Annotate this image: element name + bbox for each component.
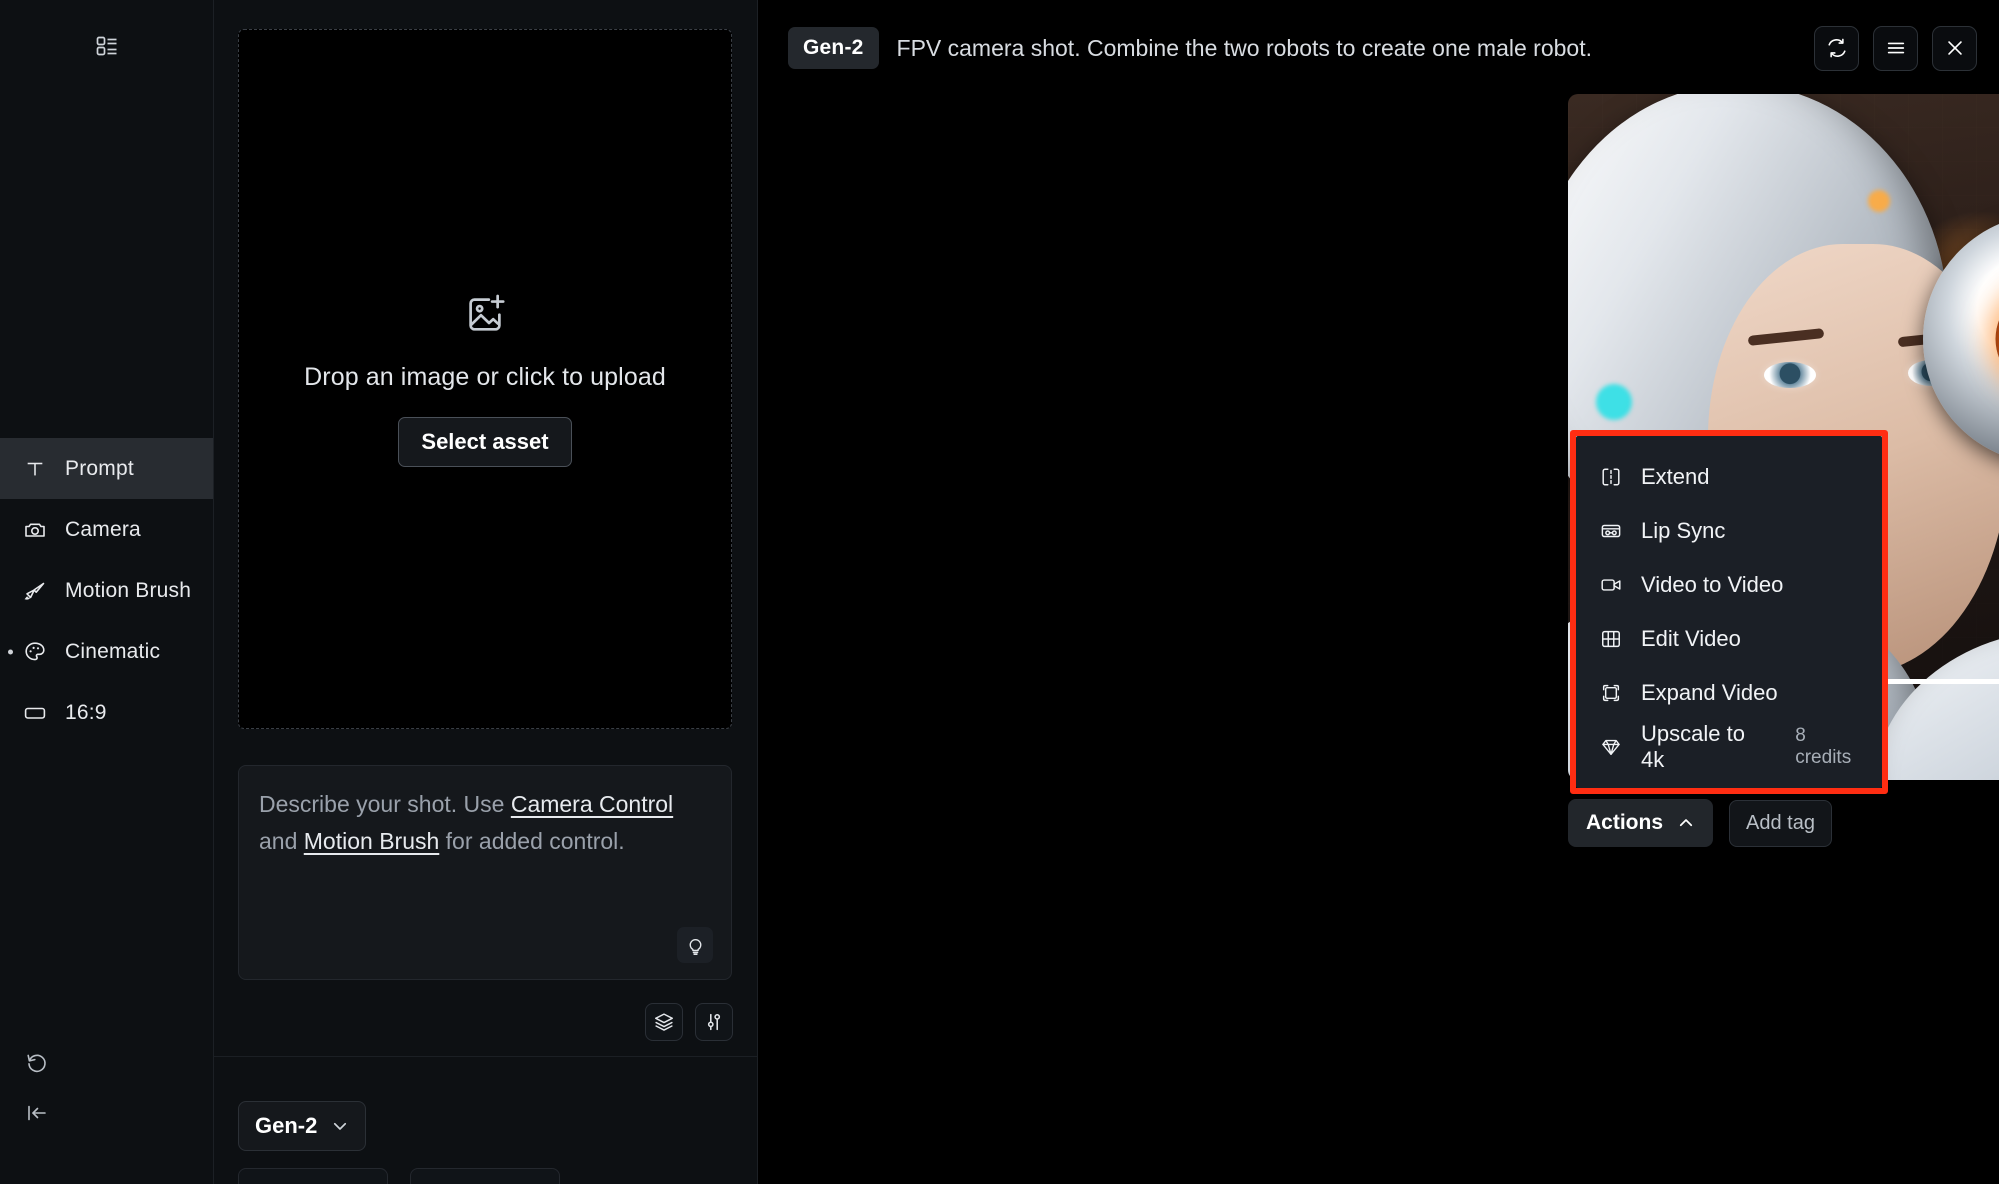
camera-control-link[interactable]: Camera Control (511, 791, 673, 817)
rail-top (0, 0, 213, 92)
menu-item-lip-sync[interactable]: Lip Sync (1576, 504, 1882, 558)
menu-item-credits: 8 credits (1795, 725, 1852, 768)
sidebar-item-label: Prompt (65, 456, 134, 480)
collapse-sidebar-button[interactable] (20, 1096, 54, 1130)
add-tag-button[interactable]: Add tag (1729, 799, 1832, 847)
menu-lines-icon (1885, 37, 1907, 59)
menu-item-label: Video to Video (1641, 572, 1784, 597)
layout-list-icon[interactable] (95, 34, 119, 58)
sidebar-item-aspect-ratio[interactable]: 16:9 (0, 682, 213, 743)
video-camera-icon (1598, 573, 1623, 598)
palette-icon (22, 639, 48, 665)
actions-menu: Extend Lip Sync Video to Video Edit Vide… (1576, 436, 1882, 788)
model-options-row (238, 1168, 560, 1184)
prompt-ideas-button[interactable] (677, 927, 713, 963)
lip-sync-icon (1598, 519, 1623, 544)
close-button[interactable] (1932, 25, 1977, 71)
model-selector-label: Gen-2 (255, 1113, 318, 1138)
layers-button[interactable] (645, 1003, 683, 1041)
close-x-icon (1944, 37, 1966, 59)
details-button[interactable] (1873, 25, 1918, 71)
sidebar-item-camera[interactable]: Camera (0, 499, 213, 560)
generation-prompt-title: FPV camera shot. Combine the two robots … (896, 34, 1592, 61)
aspect-ratio-icon (22, 700, 48, 726)
top-bar-buttons (1814, 25, 1977, 71)
sidebar-item-motion-brush[interactable]: Motion Brush (0, 560, 213, 621)
camera-icon (22, 517, 48, 543)
video-action-bar: Actions Add tag (1568, 795, 1999, 851)
menu-item-label: Edit Video (1641, 626, 1741, 651)
middle-panel-tools (645, 1003, 733, 1041)
select-asset-button[interactable]: Select asset (398, 417, 572, 467)
settings-sliders-button[interactable] (695, 1003, 733, 1041)
prompt-placeholder-part2: and (259, 828, 304, 854)
rail-items: Prompt Camera Motion Brush Cinematic 16:… (0, 438, 213, 743)
active-dot-marker (8, 649, 13, 654)
sidebar-item-label: Cinematic (65, 639, 161, 663)
chevron-down-icon (331, 1117, 349, 1135)
brush-icon (22, 578, 48, 604)
prompt-placeholder: Describe your shot. Use Camera Control an… (259, 786, 711, 860)
prompt-placeholder-part1: Describe your shot. Use (259, 791, 511, 817)
sidebar-item-cinematic[interactable]: Cinematic (0, 621, 213, 682)
sidebar-item-label: Camera (65, 517, 141, 541)
regenerate-button[interactable] (1814, 25, 1859, 71)
model-option-placeholder[interactable] (410, 1168, 560, 1184)
sidebar-item-label: Motion Brush (65, 578, 192, 602)
menu-item-label: Expand Video (1641, 680, 1778, 705)
extend-icon (1598, 465, 1623, 490)
expand-frame-icon (1598, 681, 1623, 706)
reset-button[interactable] (20, 1046, 54, 1080)
menu-item-label: Upscale to 4k (1641, 721, 1745, 772)
rail-bottom-tools (20, 1046, 54, 1146)
top-bar: Gen-2 FPV camera shot. Combine the two r… (758, 0, 1999, 96)
middle-panel-divider (214, 1056, 757, 1057)
film-strip-icon (1598, 627, 1623, 652)
model-selector[interactable]: Gen-2 (238, 1101, 367, 1151)
sidebar-item-prompt[interactable]: Prompt (0, 438, 213, 499)
middle-panel: Drop an image or click to upload Select … (214, 0, 758, 1184)
actions-button[interactable]: Actions (1568, 799, 1714, 847)
actions-button-label: Actions (1586, 811, 1664, 834)
collapse-left-icon (25, 1101, 49, 1125)
menu-item-expand-video[interactable]: Expand Video (1576, 666, 1882, 720)
left-rail: Prompt Camera Motion Brush Cinematic 16:… (0, 0, 214, 1184)
image-plus-icon (462, 291, 508, 337)
image-upload-dropzone[interactable]: Drop an image or click to upload Select … (238, 29, 732, 729)
sidebar-item-label: 16:9 (65, 700, 107, 724)
menu-item-label: Extend (1641, 464, 1710, 489)
prompt-input[interactable]: Describe your shot. Use Camera Control an… (238, 765, 732, 980)
menu-item-extend[interactable]: Extend (1576, 450, 1882, 504)
refresh-icon (1826, 37, 1848, 59)
sliders-icon (703, 1011, 725, 1033)
menu-item-label: Lip Sync (1641, 518, 1726, 543)
upload-hint-text: Drop an image or click to upload (304, 363, 666, 391)
prompt-placeholder-part3: for added control. (439, 828, 625, 854)
app-root: Prompt Camera Motion Brush Cinematic 16:… (0, 0, 1999, 1184)
reset-icon (25, 1051, 49, 1075)
lightbulb-icon (685, 935, 706, 956)
menu-item-video-to-video[interactable]: Video to Video (1576, 558, 1882, 612)
layers-icon (653, 1011, 675, 1033)
diamond-icon (1598, 735, 1623, 760)
main-area: Gen-2 FPV camera shot. Combine the two r… (758, 0, 1999, 1184)
motion-brush-link[interactable]: Motion Brush (304, 828, 440, 854)
menu-item-upscale-to-4k[interactable]: Upscale to 4k 8 credits (1576, 720, 1882, 774)
actions-menu-highlight: Extend Lip Sync Video to Video Edit Vide… (1570, 430, 1888, 794)
text-t-icon (22, 456, 48, 482)
chevron-up-icon (1677, 814, 1695, 832)
model-chip: Gen-2 (788, 27, 879, 69)
menu-item-edit-video[interactable]: Edit Video (1576, 612, 1882, 666)
model-option-placeholder[interactable] (238, 1168, 388, 1184)
